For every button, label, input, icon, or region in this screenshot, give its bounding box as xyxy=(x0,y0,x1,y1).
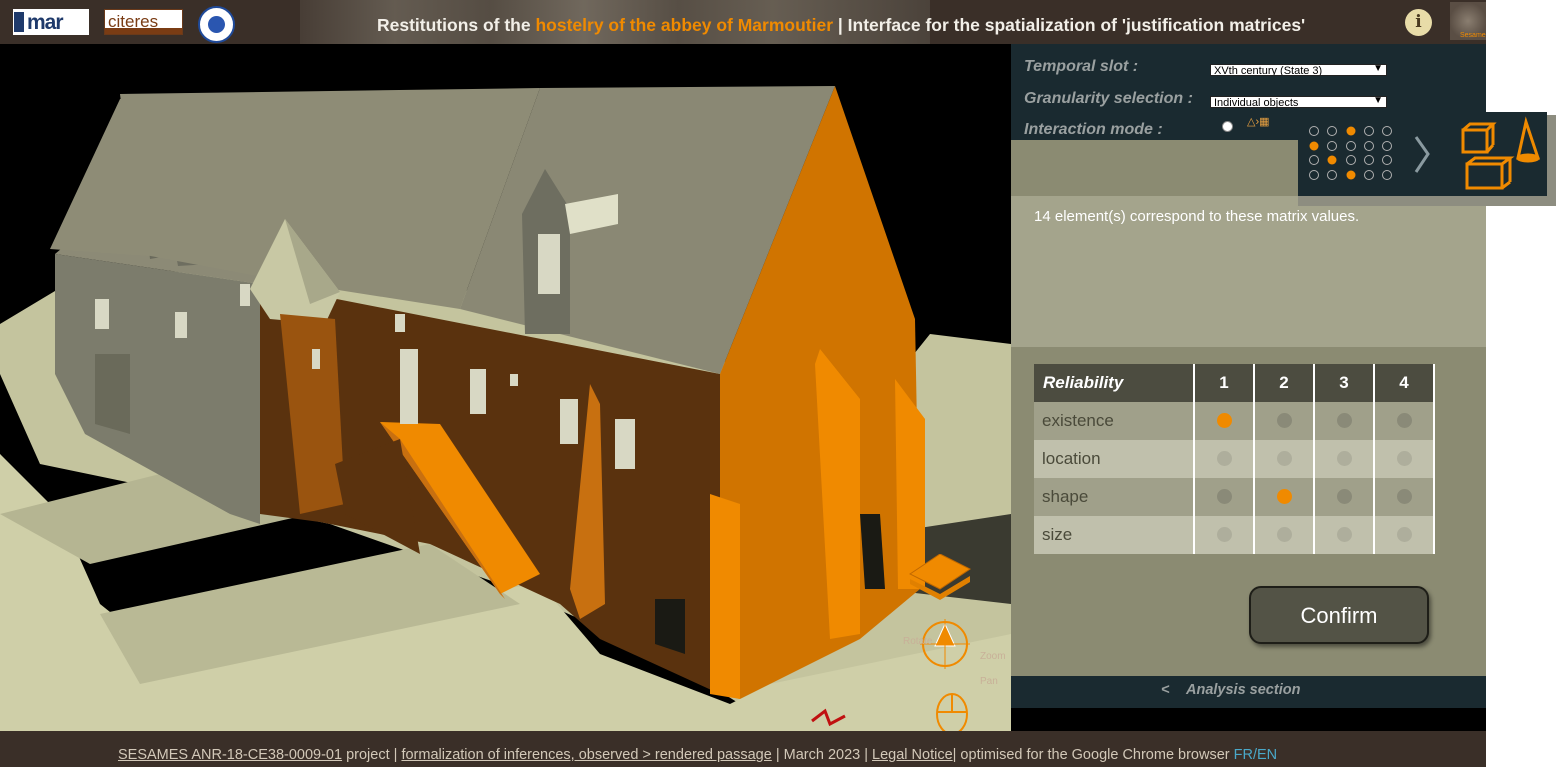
matrix-row-location: location xyxy=(1034,440,1435,478)
matrix-dot[interactable] xyxy=(1336,527,1352,543)
page-title: Restitutions of the hostelry of the abbe… xyxy=(377,15,1306,35)
matrix-row-label: shape xyxy=(1034,478,1195,516)
axis-icon xyxy=(811,708,846,727)
footer-text: SESAMES ANR-18-CE38-0009-01 project | fo… xyxy=(118,747,1278,763)
info-button[interactable]: i xyxy=(1405,9,1432,36)
matrix-col-2: 2 xyxy=(1254,364,1315,402)
chevron-down-icon: ▼ xyxy=(1373,64,1383,74)
temporal-slot-label: Temporal slot : xyxy=(1024,58,1139,75)
mode-icons[interactable]: △›▦ xyxy=(1247,115,1270,128)
mar-logo[interactable]: mar xyxy=(13,9,89,35)
matrix-dot[interactable] xyxy=(1276,413,1292,429)
anr-logo[interactable] xyxy=(198,6,235,43)
rotate-label: Rotate xyxy=(903,636,933,647)
analysis-section-link[interactable]: < Analysis section xyxy=(1011,676,1486,708)
matrix-dot[interactable] xyxy=(1396,527,1412,543)
analysis-section-label: Analysis section xyxy=(1186,682,1301,698)
pan-label: Pan xyxy=(980,676,998,687)
header: mar citeres Restitutions of the hostelry… xyxy=(0,0,1486,44)
confirm-button[interactable]: Confirm xyxy=(1249,586,1429,644)
matrix-dot[interactable] xyxy=(1336,413,1352,429)
language-switch[interactable]: FR/EN xyxy=(1234,747,1278,763)
matrix-dot[interactable] xyxy=(1216,413,1232,429)
matrix-dot[interactable] xyxy=(1336,489,1352,505)
matrix-dot[interactable] xyxy=(1276,527,1292,543)
matrix-dot[interactable] xyxy=(1276,489,1292,505)
matrix-row-label: existence xyxy=(1034,402,1195,440)
granularity-select[interactable]: Individual objects ▼ xyxy=(1210,96,1387,108)
footer: SESAMES ANR-18-CE38-0009-01 project | fo… xyxy=(0,731,1486,767)
matrix-dot[interactable] xyxy=(1396,413,1412,429)
sesame-logo[interactable]: Sesame xyxy=(1450,2,1486,40)
matrix-dot[interactable] xyxy=(1276,451,1292,467)
matrix-dot[interactable] xyxy=(1216,451,1232,467)
interaction-mode-label: Interaction mode : xyxy=(1024,121,1163,138)
temporal-slot-select[interactable]: XVth century (State 3) ▼ xyxy=(1210,64,1387,76)
matrix-row-shape: shape xyxy=(1034,478,1435,516)
matrix-illustration-icon xyxy=(1309,116,1541,190)
chevron-down-icon: ▼ xyxy=(1373,96,1383,106)
interaction-mode-radio[interactable] xyxy=(1222,121,1233,132)
matrix-col-4: 4 xyxy=(1374,364,1435,402)
granularity-label: Granularity selection : xyxy=(1024,90,1193,107)
legal-notice-link[interactable]: Legal Notice xyxy=(872,747,953,763)
formalization-link[interactable]: formalization of inferences, observed > … xyxy=(401,747,771,763)
matrix-row-label: size xyxy=(1034,516,1195,554)
matrix-dot[interactable] xyxy=(1216,489,1232,505)
matrix-col-1: 1 xyxy=(1194,364,1255,402)
matrix-dot[interactable] xyxy=(1216,527,1232,543)
matrix-col-3: 3 xyxy=(1314,364,1375,402)
matrix-row-size: size xyxy=(1034,516,1435,554)
matrix-dot[interactable] xyxy=(1396,489,1412,505)
matrix-to-objects-illustration xyxy=(1298,112,1547,196)
result-text: 14 element(s) correspond to these matrix… xyxy=(1034,208,1360,225)
matrix-dot[interactable] xyxy=(1396,451,1412,467)
matrix-row-existence: existence xyxy=(1034,402,1435,440)
project-link[interactable]: SESAMES ANR-18-CE38-0009-01 xyxy=(118,747,342,763)
matrix-dot[interactable] xyxy=(1336,451,1352,467)
matrix-row-label: location xyxy=(1034,440,1195,478)
reliability-matrix: Reliability 1 2 3 4 existence location s… xyxy=(1034,364,1435,554)
building-3d-model[interactable] xyxy=(0,44,1011,731)
chevron-left-icon: < xyxy=(1161,682,1170,698)
citeres-logo[interactable]: citeres xyxy=(104,9,183,35)
matrix-header-reliability: Reliability xyxy=(1034,364,1195,402)
zoom-label: Zoom xyxy=(980,651,1006,662)
